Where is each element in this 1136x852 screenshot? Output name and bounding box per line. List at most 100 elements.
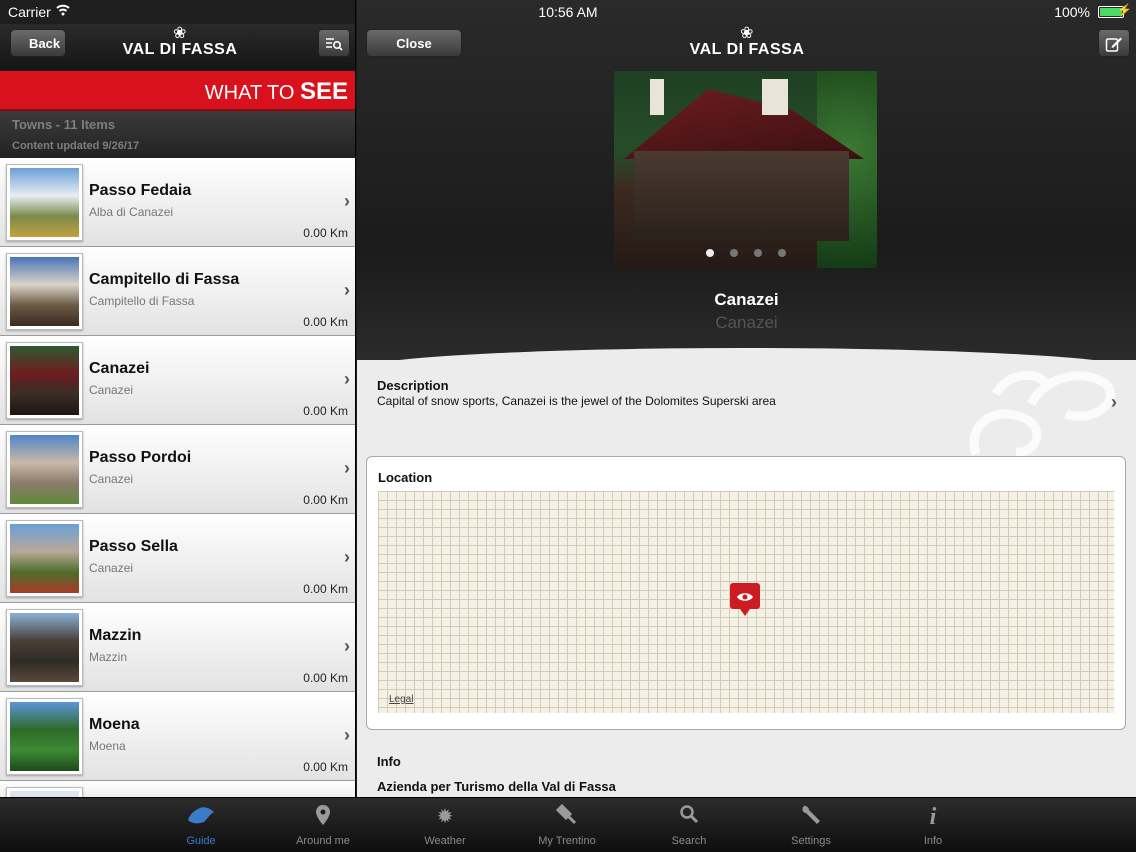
detail-pane: Close ❀ VAL DI FASSA Canazei Canazei Des…: [357, 0, 1136, 797]
tab-label: Weather: [424, 835, 466, 847]
location-pin-icon: [278, 804, 368, 830]
wrench-icon: [766, 804, 856, 830]
town-thumbnail: [6, 164, 83, 241]
list-item[interactable]: Mazzin Mazzin › 0.00 Km: [0, 603, 355, 692]
charging-icon: ⚡: [1117, 3, 1132, 17]
photo-tower: [774, 79, 788, 115]
description-section[interactable]: Description Capital of snow sports, Cana…: [377, 378, 1117, 448]
map-pin-eye-icon[interactable]: [730, 583, 760, 616]
list-item-title: Passo Sella: [89, 538, 178, 555]
tab-label: Guide: [186, 835, 216, 847]
list-item-subtitle: Campitello di Fassa: [89, 294, 195, 308]
info-section: Info Azienda per Turismo della Val di Fa…: [377, 754, 1117, 794]
clock: 10:56 AM: [538, 4, 598, 20]
battery-percent: 100%: [1054, 4, 1090, 20]
edelweiss-icon: ❀: [173, 25, 187, 42]
tab-label: Around me: [296, 835, 350, 847]
tab-around-me[interactable]: Around me: [278, 804, 368, 847]
chevron-right-icon: ›: [344, 369, 350, 389]
page-dot[interactable]: [729, 249, 738, 257]
tab-settings[interactable]: Settings: [766, 804, 856, 847]
list-item[interactable]: Canazei Canazei › 0.00 Km: [0, 336, 355, 425]
tab-label: Search: [671, 835, 707, 847]
item-count: Towns - 11 Items: [12, 117, 116, 132]
town-thumbnail: [6, 698, 83, 775]
sun-icon: ✹: [436, 806, 454, 828]
town-thumbnail: [6, 787, 83, 797]
town-photo: [10, 168, 79, 237]
photo-gallery[interactable]: [614, 71, 877, 268]
list-item[interactable]: Passo Fedaia Alba di Canazei › 0.00 Km: [0, 158, 355, 247]
detail-header: Close ❀ VAL DI FASSA Canazei Canazei: [357, 0, 1136, 370]
what-to-see-banner: WHAT TO SEE: [0, 71, 355, 111]
tab-weather[interactable]: ✹ Weather: [400, 804, 490, 847]
info-icon: i: [929, 804, 937, 830]
town-photo: [10, 613, 79, 682]
val-di-fassa-logo-detail: ❀ VAL DI FASSA: [687, 25, 807, 59]
map-legal-link[interactable]: Legal: [389, 694, 413, 705]
description-label: Description: [377, 378, 449, 393]
location-map[interactable]: Legal: [378, 491, 1114, 713]
town-photo: [10, 257, 79, 326]
town-photo: [10, 524, 79, 593]
town-photo: [10, 346, 79, 415]
place-subtitle: Canazei: [715, 313, 778, 332]
app-root: Carrier 10:56 AM 100% ⚡ Back ❀ VAL DI FA…: [0, 0, 1136, 852]
page-indicator[interactable]: [614, 244, 877, 262]
town-thumbnail: [6, 609, 83, 686]
list-item[interactable]: [0, 781, 355, 797]
close-button[interactable]: Close: [366, 29, 462, 57]
filter-list-button[interactable]: [318, 29, 350, 57]
page-dot[interactable]: [777, 249, 786, 257]
list-item-distance: 0.00 Km: [303, 315, 348, 329]
tab-my-trentino[interactable]: My Trentino: [522, 803, 612, 847]
val-di-fassa-logo: ❀ VAL DI FASSA: [120, 25, 240, 59]
list-item-distance: 0.00 Km: [303, 226, 348, 240]
edit-button[interactable]: [1098, 29, 1130, 57]
back-button[interactable]: Back: [10, 29, 66, 57]
tab-search[interactable]: Search: [644, 804, 734, 847]
town-photo: [10, 435, 79, 504]
list-item[interactable]: Passo Sella Canazei › 0.00 Km: [0, 514, 355, 603]
page-dot[interactable]: [705, 249, 714, 257]
list-item-title: Moena: [89, 716, 140, 733]
town-thumbnail: [6, 253, 83, 330]
list-item-title: Mazzin: [89, 627, 142, 644]
chevron-right-icon: ›: [344, 636, 350, 656]
list-header: Towns - 11 Items Content updated 9/26/17: [0, 111, 355, 158]
list-item-subtitle: Mazzin: [89, 650, 128, 664]
photo-house: [634, 151, 849, 241]
place-title: Canazei: [714, 290, 779, 309]
list-item-title: Passo Fedaia: [89, 182, 192, 199]
tab-guide[interactable]: Guide: [156, 804, 246, 847]
edit-icon: [1105, 37, 1122, 52]
list-item[interactable]: Campitello di Fassa Campitello di Fassa › 0…: [0, 247, 355, 336]
list-item-title: Passo Pordoi: [89, 449, 192, 466]
chevron-right-icon: ›: [344, 191, 350, 211]
info-organization: Azienda per Turismo della Val di Fassa: [377, 779, 616, 794]
town-thumbnail: [6, 342, 83, 419]
edelweiss-icon: ❀: [740, 25, 754, 42]
chevron-right-icon: ›: [344, 547, 350, 567]
chevron-right-icon: ›: [344, 725, 350, 745]
towns-list: Passo Fedaia Alba di Canazei › 0.00 Km Campi…: [0, 158, 355, 797]
list-item-distance: 0.00 Km: [303, 404, 348, 418]
list-item-distance: 0.00 Km: [303, 760, 348, 774]
search-icon: [644, 804, 734, 830]
tab-bar: Guide Around me ✹ Weather My Trentino Search S…: [0, 797, 1136, 852]
status-bar: Carrier 10:56 AM 100% ⚡: [0, 0, 1136, 24]
list-item[interactable]: Moena Moena › 0.00 Km: [0, 692, 355, 781]
info-label: Info: [377, 754, 401, 769]
banner-emph: SEE: [299, 78, 348, 105]
list-item[interactable]: Passo Pordoi Canazei › 0.00 Km: [0, 425, 355, 514]
list-item-subtitle: Canazei: [89, 472, 134, 486]
tab-label: Settings: [791, 835, 831, 847]
tab-label: My Trentino: [538, 835, 596, 847]
chevron-right-icon: ›: [344, 458, 350, 478]
list-item-subtitle: Moena: [89, 739, 126, 753]
list-item-title: Campitello di Fassa: [89, 271, 240, 288]
list-item-title: Canazei: [89, 360, 150, 377]
page-dot[interactable]: [753, 249, 762, 257]
chevron-right-icon: ›: [1111, 392, 1117, 412]
tab-info[interactable]: i Info: [888, 804, 978, 847]
